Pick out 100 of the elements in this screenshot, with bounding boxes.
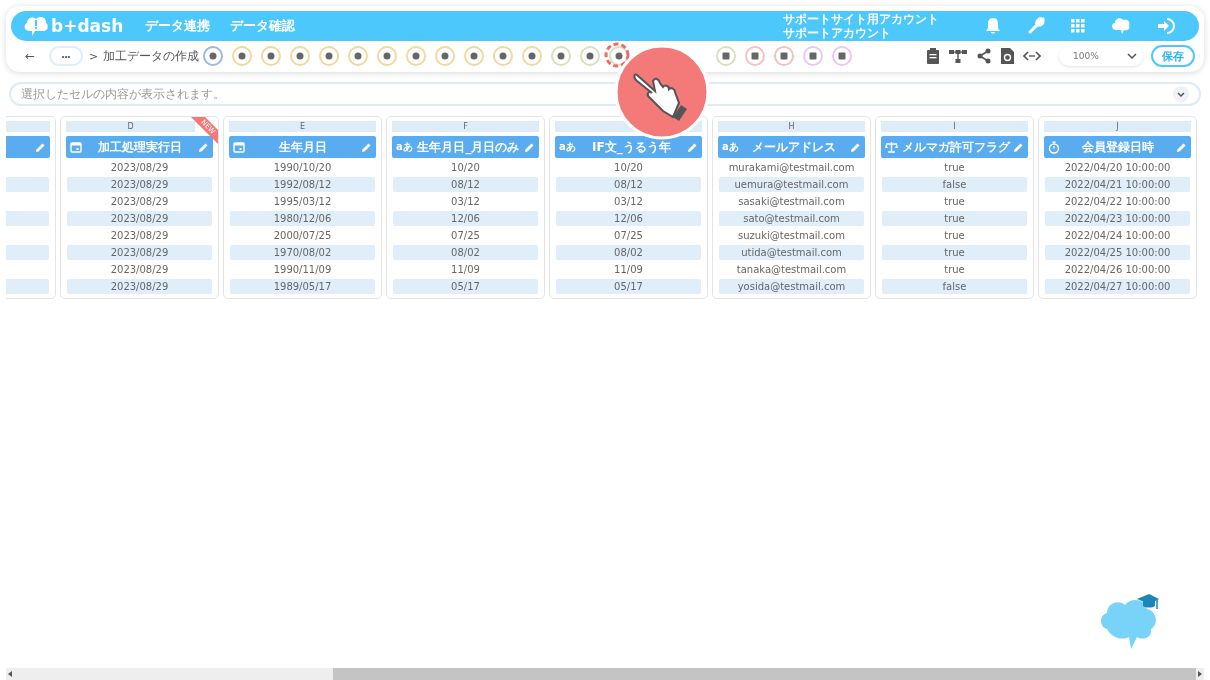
chevron-down-icon	[1127, 53, 1137, 59]
table-cell-text: 2022/04/24 10:00:00	[1063, 229, 1172, 243]
column-title: 生年月日	[278, 138, 328, 156]
horizontal-scrollbar[interactable]	[6, 668, 1204, 680]
save-button[interactable]: 保存	[1151, 45, 1195, 67]
column-letter[interactable]: D	[66, 121, 195, 132]
more-button[interactable]: •••	[49, 46, 84, 66]
account-name: サポートアカウント	[783, 26, 892, 40]
table-cell: 2022/04/21 10:00:00	[1045, 177, 1190, 192]
breadcrumb-separator: >	[89, 49, 99, 63]
column-title: 生年月日_月日のみ	[416, 138, 521, 156]
file-refresh-icon[interactable]	[1001, 48, 1014, 64]
table-cell: 12/06	[393, 211, 538, 226]
nav-link[interactable]: データ連携	[145, 17, 211, 35]
chevron-down-icon[interactable]	[1173, 86, 1189, 102]
table-cell-text: suzuki@testmail.com	[737, 229, 846, 243]
table-cell-text: 1990/10/20	[272, 161, 333, 175]
text-type-icon: aあ	[722, 140, 739, 154]
scale-icon	[885, 141, 898, 153]
breadcrumb: 加工データの作成	[103, 48, 200, 64]
nav-link[interactable]: データ確認	[230, 17, 296, 35]
cloud-logo-icon	[23, 15, 49, 37]
cell-content-field[interactable]: 選択したセルの内容が表示されます。	[9, 82, 1201, 106]
table-cell: 2023/08/29	[67, 245, 212, 260]
table-cell: 2022/04/27 10:00:00	[1045, 279, 1190, 294]
column-header[interactable]: 会員登録日時	[1044, 136, 1191, 158]
table-cell: 2022/04/23 10:00:00	[1045, 211, 1190, 226]
table-cell-text: 1990/11/09	[272, 263, 333, 277]
column-title: 加工処理実行日	[97, 138, 183, 156]
scroll-right-icon[interactable]	[1196, 670, 1204, 678]
table-cell-text: 2022/04/26 10:00:00	[1063, 263, 1172, 277]
hierarchy-icon[interactable]	[949, 48, 967, 64]
table-cell: false	[882, 279, 1027, 294]
column-letter[interactable]: I	[881, 121, 1028, 132]
table-cell-text: true	[943, 229, 966, 243]
table-cell: 08/12	[393, 177, 538, 192]
column-header[interactable]: 生年月日	[229, 136, 376, 158]
table-cell: 08/02	[393, 245, 538, 260]
clipboard-icon[interactable]	[926, 48, 940, 64]
table-cell-text: 2000/07/25	[272, 229, 333, 243]
table-cell-text: 10/20	[450, 161, 481, 175]
table-cell: 05/17	[556, 279, 701, 294]
table-cell-text: 2023/08/29	[109, 229, 170, 243]
table-cell: true	[882, 211, 1027, 226]
table-cell-text: murakami@testmail.com	[727, 161, 856, 175]
calendar-icon	[70, 141, 82, 153]
table-cell-text: true	[943, 195, 966, 209]
table-cell-text: 2023/08/29	[109, 161, 170, 175]
column-header[interactable]: aあ IF文_うるう年	[555, 136, 702, 158]
table-cell-text: true	[943, 263, 966, 277]
table-cell: false	[882, 177, 1027, 192]
logo-text[interactable]: b+dash	[51, 16, 124, 36]
table-cell: 05/17	[393, 279, 538, 294]
table-cell: 08/12	[556, 177, 701, 192]
table-cell: 2023/08/29	[67, 177, 212, 192]
column-header[interactable]: aあ 生年月日_月日のみ	[392, 136, 539, 158]
table-cell: 1992/08/12	[230, 177, 375, 192]
table-cell: yosida@testmail.com	[719, 279, 864, 294]
table-cell: 12/06	[556, 211, 701, 226]
table-cell-text: 11/09	[613, 263, 644, 277]
table-cell: 2023/08/29	[67, 279, 212, 294]
table-cell-text: 03/12	[450, 195, 481, 209]
table-cell-text: 1995/03/12	[272, 195, 333, 209]
table-cell-text: sasaki@testmail.com	[737, 195, 846, 209]
text-type-icon: aあ	[396, 140, 413, 154]
table-cell-text: tanaka@testmail.com	[735, 263, 848, 277]
column-letter[interactable]: J	[1044, 121, 1191, 132]
table-cell: uemura@testmail.com	[719, 177, 864, 192]
table-cell-text: 10/20	[613, 161, 644, 175]
table-cell-text: 11/09	[450, 263, 481, 277]
scrollbar-thumb[interactable]	[333, 668, 1196, 680]
column-title: メールアドレス	[751, 138, 838, 156]
table-cell-text: 07/25	[613, 229, 644, 243]
zoom-select[interactable]: 100%	[1059, 46, 1143, 66]
table-cell-text: 03/12	[613, 195, 644, 209]
column-header[interactable]: 加工処理実行日	[66, 136, 213, 158]
table-cell: 2023/08/29	[67, 211, 212, 226]
account-site: サポートサイト用アカウント	[783, 12, 939, 26]
scroll-left-icon[interactable]	[6, 670, 14, 678]
column-title: メルマガ許可フラグ	[900, 138, 1011, 156]
code-icon[interactable]	[1023, 50, 1041, 62]
text-type-icon: aあ	[559, 140, 576, 154]
share-icon[interactable]	[976, 48, 992, 64]
table-cell: utida@testmail.com	[719, 245, 864, 260]
column-letter[interactable]: F	[392, 121, 539, 132]
back-button[interactable]: ←	[25, 49, 36, 63]
table-cell: 1970/08/02	[230, 245, 375, 260]
table-cell-text: 2023/08/29	[109, 195, 170, 209]
column-header[interactable]: メルマガ許可フラグ	[881, 136, 1028, 158]
table-cell-text: 07/25	[450, 229, 481, 243]
table-cell: 08/02	[556, 245, 701, 260]
column-letter[interactable]: H	[718, 121, 865, 132]
table-cell-text: 2022/04/20 10:00:00	[1063, 161, 1172, 175]
column-header[interactable]: aあ メールアドレス	[718, 136, 865, 158]
column-letter[interactable]: E	[229, 121, 376, 132]
table-cell-text: true	[943, 161, 966, 175]
column-title: IF文_うるう年	[591, 138, 672, 156]
table-cell: 1980/12/06	[230, 211, 375, 226]
table-cell-text: 2022/04/22 10:00:00	[1063, 195, 1172, 209]
table-cell: 2022/04/25 10:00:00	[1045, 245, 1190, 260]
